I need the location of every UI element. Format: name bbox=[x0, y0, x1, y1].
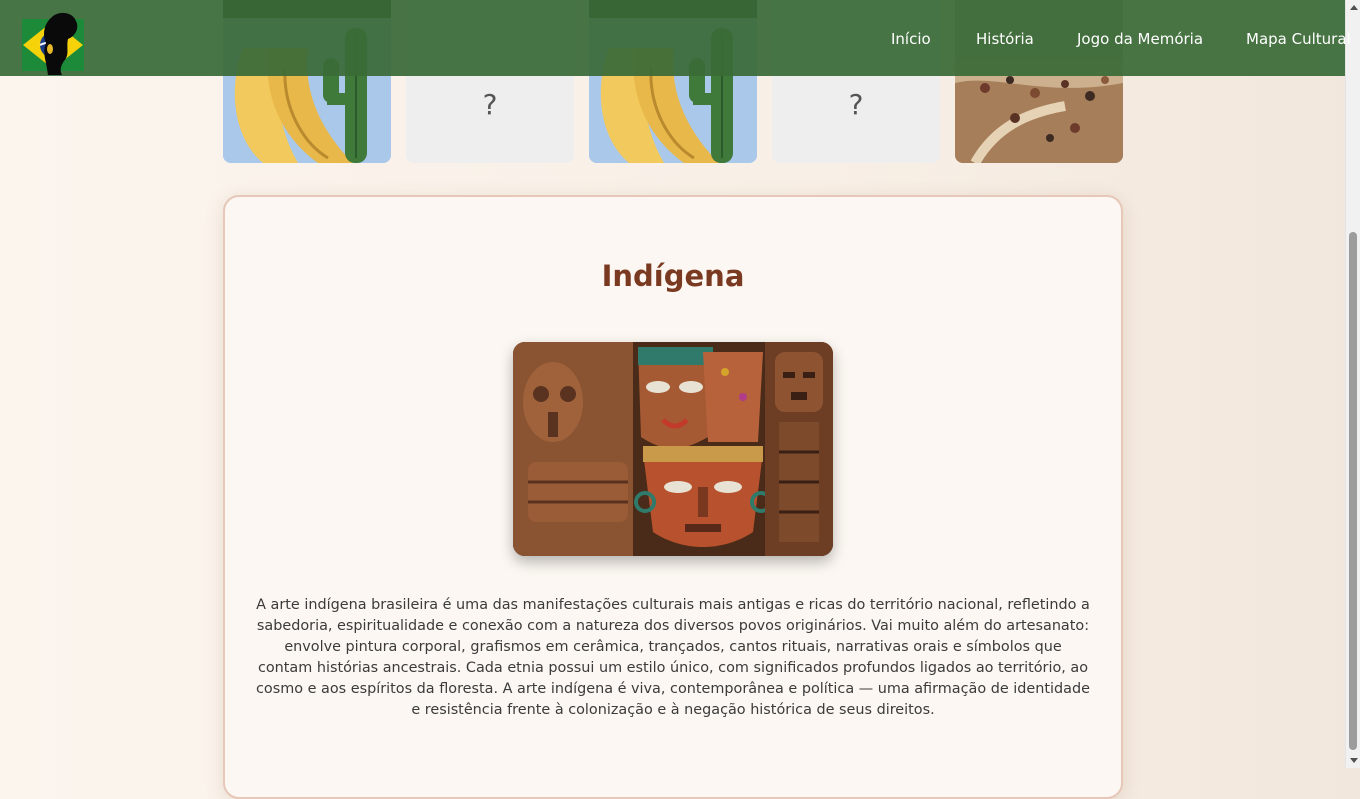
indigenous-masks-image bbox=[513, 342, 833, 556]
info-panel: Indígena A arte indígena brasileira é um… bbox=[223, 195, 1123, 799]
vertical-scrollbar[interactable] bbox=[1345, 0, 1360, 768]
site-header: Início História Jogo da Memória Mapa Cul… bbox=[0, 0, 1351, 76]
brazil-woman-logo-icon bbox=[22, 12, 84, 75]
scrollbar-thumb[interactable] bbox=[1349, 232, 1357, 750]
carved-masks-icon bbox=[513, 342, 833, 556]
panel-title: Indígena bbox=[601, 259, 745, 293]
site-logo[interactable] bbox=[20, 9, 86, 75]
card-question-mark: ? bbox=[848, 88, 864, 121]
nav-inicio[interactable]: Início bbox=[891, 30, 931, 48]
scroll-down-arrow-icon[interactable] bbox=[1350, 758, 1358, 763]
nav-mapa-cultural[interactable]: Mapa Cultural bbox=[1246, 30, 1351, 48]
nav-historia[interactable]: História bbox=[976, 30, 1034, 48]
card-question-mark: ? bbox=[482, 88, 498, 121]
scroll-up-arrow-icon[interactable] bbox=[1350, 5, 1358, 10]
nav-jogo-da-memoria[interactable]: Jogo da Memória bbox=[1077, 30, 1203, 48]
page-content: ? ? Indígena A arte indígena brasileira … bbox=[0, 0, 1345, 799]
panel-description: A arte indígena brasileira é uma das man… bbox=[256, 597, 1090, 718]
